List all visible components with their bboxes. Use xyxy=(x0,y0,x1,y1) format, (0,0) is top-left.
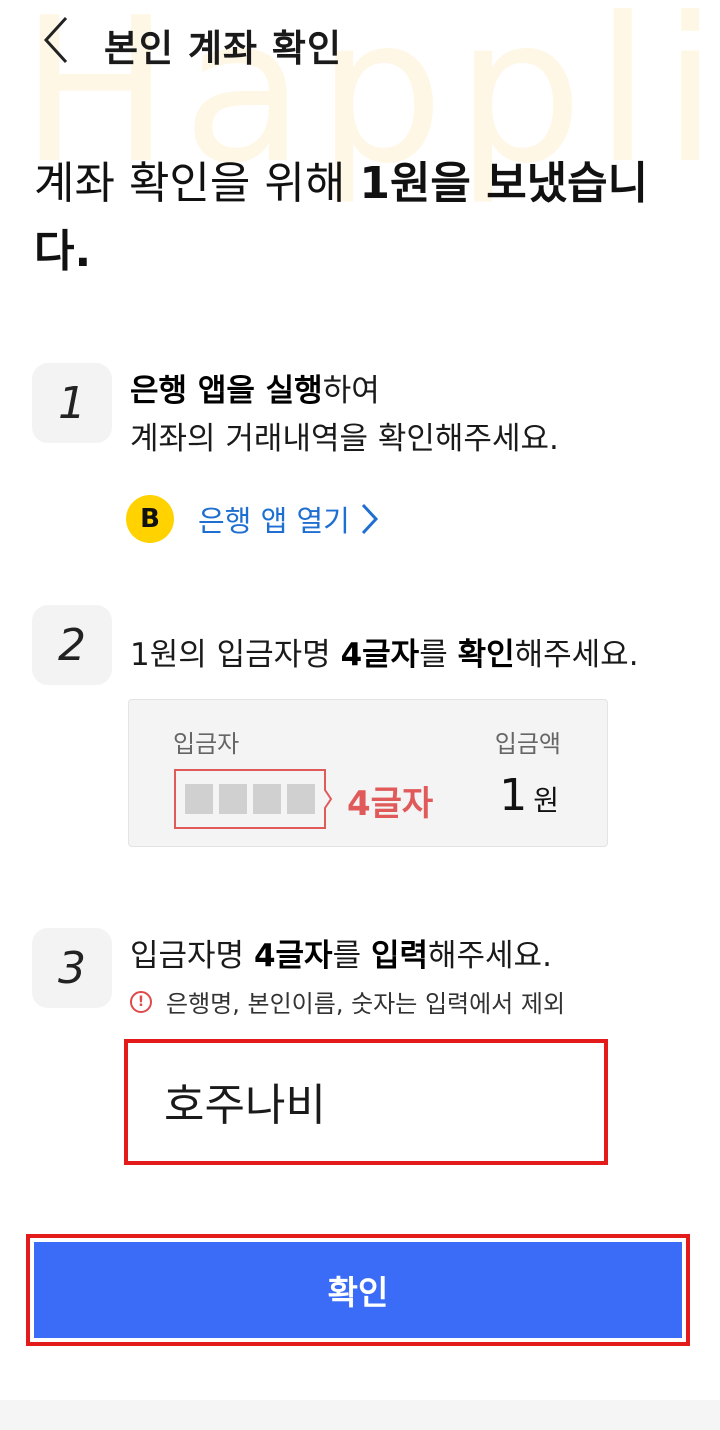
step-1-text: 은행 앱을 실행하여 계좌의 거래내역을 확인해주세요. xyxy=(130,367,559,463)
four-chars-note: 4글자 xyxy=(347,784,434,824)
step-2-bold1: 4글자 xyxy=(340,637,420,673)
depositor-name-input[interactable] xyxy=(164,1065,574,1137)
step-2-bold2: 확인 xyxy=(457,637,515,673)
step-1-line2: 계좌의 거래내역을 확인해주세요. xyxy=(130,421,559,457)
amount-label: 입금액 xyxy=(494,730,561,758)
depositor-name-field xyxy=(124,1039,608,1165)
masked-char xyxy=(219,784,247,814)
step-2-part3: 해주세요. xyxy=(514,637,639,673)
step-3-part2: 를 xyxy=(332,938,371,974)
amount-unit: 원 xyxy=(533,784,559,817)
step-1-suffix: 하여 xyxy=(322,373,380,409)
bank-logo: B xyxy=(126,495,174,543)
page-title: 본인 계좌 확인 xyxy=(104,27,343,70)
chevron-left-icon xyxy=(43,16,68,64)
warning-text: 은행명, 본인이름, 숫자는 입력에서 제외 xyxy=(166,990,566,1018)
step-2-text: 1원의 입금자명 4글자를 확인해주세요. xyxy=(130,631,639,679)
step-1-bold: 은행 앱을 실행 xyxy=(130,373,323,409)
step-3-part1: 입금자명 xyxy=(130,938,254,974)
exclamation-circle-icon: ! xyxy=(130,990,152,1013)
masked-characters xyxy=(185,784,315,814)
step-3-bold1: 4글자 xyxy=(253,938,333,974)
step-2-part1: 1원의 입금자명 xyxy=(130,637,341,673)
header: 본인 계좌 확인 xyxy=(0,0,720,90)
headline-text: 계좌 확인을 위해 xyxy=(34,158,360,209)
open-bank-app-label: 은행 앱 열기 xyxy=(198,504,350,538)
step-2-number: 2 xyxy=(32,605,112,685)
masked-char xyxy=(185,784,213,814)
input-warning: ! 은행명, 본인이름, 숫자는 입력에서 제외 xyxy=(130,984,565,1019)
step-1-line1: 은행 앱을 실행하여 xyxy=(130,367,559,415)
deposit-amount: 1 원 xyxy=(499,770,559,821)
masked-char xyxy=(287,784,315,814)
step-3-bold2: 입력 xyxy=(370,938,428,974)
step-3-text: 입금자명 4글자를 입력해주세요. xyxy=(130,932,552,980)
depositor-name-placeholder xyxy=(173,768,333,830)
masked-char xyxy=(253,784,281,814)
confirm-button-highlight: 확인 xyxy=(26,1234,690,1346)
headline: 계좌 확인을 위해 1원을 보냈습니다. xyxy=(34,150,704,286)
deposit-example-card: 입금자 입금액 4글자 1 원 xyxy=(128,699,608,847)
step-3-part3: 해주세요. xyxy=(427,938,552,974)
chevron-right-icon xyxy=(361,503,378,535)
open-bank-app-link[interactable]: B 은행 앱 열기 xyxy=(126,494,380,544)
depositor-label: 입금자 xyxy=(173,730,240,758)
amount-value: 1 xyxy=(499,770,528,821)
step-2-part2: 를 xyxy=(419,637,458,673)
step-3-number: 3 xyxy=(32,928,112,1008)
bottom-bar xyxy=(0,1400,720,1430)
confirm-button[interactable]: 확인 xyxy=(34,1242,682,1338)
step-1-number: 1 xyxy=(32,363,112,443)
back-button[interactable] xyxy=(30,12,86,68)
